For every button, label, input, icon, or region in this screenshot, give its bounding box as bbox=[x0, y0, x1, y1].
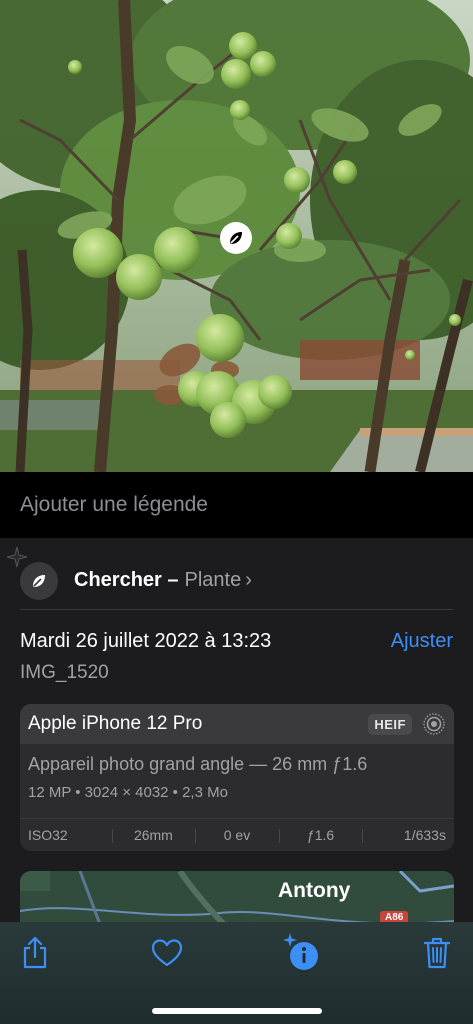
delete-button[interactable] bbox=[420, 936, 454, 970]
lens-info: Appareil photo grand angle — 26 mm ƒ1.6 bbox=[28, 754, 368, 774]
device-name: Apple iPhone 12 Pro bbox=[28, 713, 203, 734]
live-photo-icon bbox=[423, 713, 445, 735]
info-sparkle-icon bbox=[283, 933, 318, 970]
format-badge: HEIF bbox=[368, 713, 412, 735]
exif-row: ISO32 26mm 0 ev ƒ1.6 1/633s bbox=[20, 818, 454, 851]
chevron-right-icon: › bbox=[245, 569, 252, 591]
adjust-button[interactable]: Ajuster bbox=[391, 630, 453, 653]
camera-card-header: Apple iPhone 12 Pro HEIF bbox=[20, 704, 454, 744]
file-name: IMG_1520 bbox=[20, 662, 109, 683]
trash-icon bbox=[423, 937, 451, 969]
visual-lookup-badge[interactable] bbox=[220, 222, 252, 254]
favorite-button[interactable] bbox=[150, 936, 184, 970]
image-specs: 12 MP • 3024 × 4032 • 2,3 Mo bbox=[28, 784, 228, 801]
caption-area[interactable] bbox=[0, 472, 473, 538]
heart-icon bbox=[151, 939, 183, 967]
share-button[interactable] bbox=[18, 936, 52, 970]
share-icon bbox=[23, 936, 47, 969]
exif-focal-length: 26mm bbox=[111, 827, 196, 843]
lookup-subject: Plante bbox=[184, 569, 242, 591]
exif-aperture: ƒ1.6 bbox=[278, 827, 363, 843]
bottom-toolbar bbox=[0, 922, 473, 1024]
capture-date: Mardi 26 juillet 2022 à 13:23 bbox=[20, 630, 272, 652]
caption-input[interactable] bbox=[20, 493, 453, 517]
map-place-label: Antony bbox=[278, 879, 351, 902]
home-indicator[interactable] bbox=[152, 1008, 322, 1014]
exif-shutter-speed: 1/633s bbox=[362, 827, 454, 843]
info-button[interactable] bbox=[282, 932, 322, 972]
visual-lookup-row[interactable]: Chercher – Plante › bbox=[20, 552, 453, 610]
lookup-title: Chercher – bbox=[74, 569, 179, 591]
camera-info-card: Apple iPhone 12 Pro HEIF Appareil photo … bbox=[20, 704, 454, 851]
leaf-icon bbox=[33, 574, 45, 587]
date-row: Mardi 26 juillet 2022 à 13:23 Ajuster bbox=[20, 630, 453, 653]
photo[interactable] bbox=[0, 0, 473, 472]
exif-iso: ISO32 bbox=[28, 827, 68, 843]
leaf-icon bbox=[230, 232, 242, 244]
exif-exposure-bias: 0 ev bbox=[195, 827, 279, 843]
lookup-icon bbox=[20, 561, 58, 600]
